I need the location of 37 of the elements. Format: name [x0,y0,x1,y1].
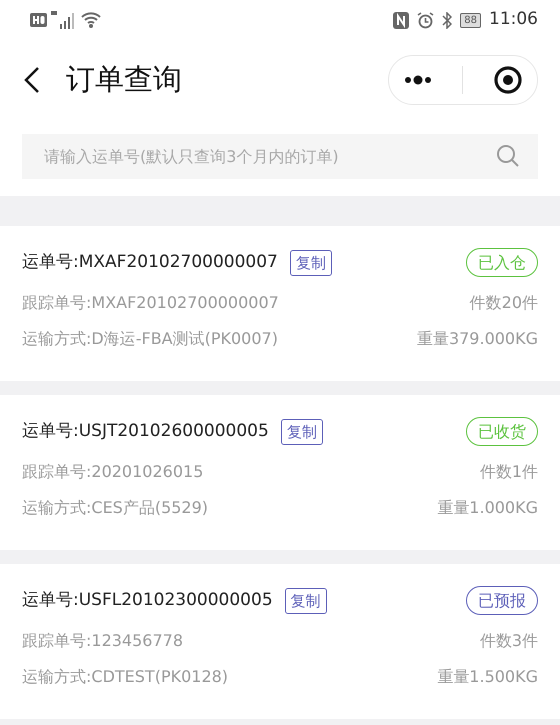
piece-count: 件数3件 [480,630,538,652]
search-icon[interactable] [496,144,520,168]
shipping-method: 运输方式:D海运-FBA测试(PK0007) [22,328,278,350]
shipping-method: 运输方式:CES产品(5529) [22,497,208,519]
waybill-number: 运单号:MXAF20102700000007 [22,250,278,274]
shipping-method: 运输方式:CDTEST(PK0128) [22,666,228,688]
search-field[interactable]: 请输入运单号(默认只查询3个月内的订单) [22,134,538,179]
alarm-icon [417,12,434,28]
order-card[interactable]: 运单号:USJT20102600000005 复制 已收货 跟踪单号:20201026015 件数1件 运输方式:CES产品(5529) 重量1.000KG [0,395,560,550]
weight-value: 重量1.500KG [437,666,538,688]
waybill-number: 运单号:USFL20102300000005 [22,588,273,612]
clock-time: 11:06 [489,8,538,32]
status-tag: 已入仓 [466,248,538,277]
signal-icon [51,11,77,29]
piece-count: 件数1件 [480,461,538,483]
copy-button[interactable]: 复制 [280,418,323,444]
status-tag: 已收货 [466,417,538,446]
page-title: 订单查询 [66,61,182,98]
waybill-number: 运单号:USJT20102600000005 [22,420,269,443]
copy-button[interactable]: 复制 [290,250,332,276]
order-card[interactable]: 运单号:MXAF20102700000007 复制 已入仓 跟踪单号:MXAF20102700000007 件数20件 运输方式:D海运-FBA测试(PK0007) 重量379.000KG [0,226,560,381]
bluetooth-icon [442,12,452,28]
copy-button[interactable]: 复制 [284,588,327,614]
tracking-number: 跟踪单号:MXAF20102700000007 [22,292,279,314]
battery-level: 88 [460,12,481,28]
piece-count: 件数20件 [470,292,538,314]
wifi-icon [81,12,101,28]
status-tag: 已预报 [466,586,538,615]
nfc-icon [393,12,410,28]
order-card[interactable]: 运单号:USFL20102300000005 复制 已预报 跟踪单号:123456778 件数3件 运输方式:CDTEST(PK0128) 重量1.500KG [0,564,560,719]
more-icon[interactable] [404,75,432,85]
weight-value: 重量1.000KG [437,497,538,519]
tracking-number: 跟踪单号:123456778 [22,630,184,652]
tracking-number: 跟踪单号:20201026015 [22,461,204,483]
weight-value: 重量379.000KG [416,328,538,350]
back-icon[interactable] [24,66,40,94]
hd-icon [30,13,47,27]
